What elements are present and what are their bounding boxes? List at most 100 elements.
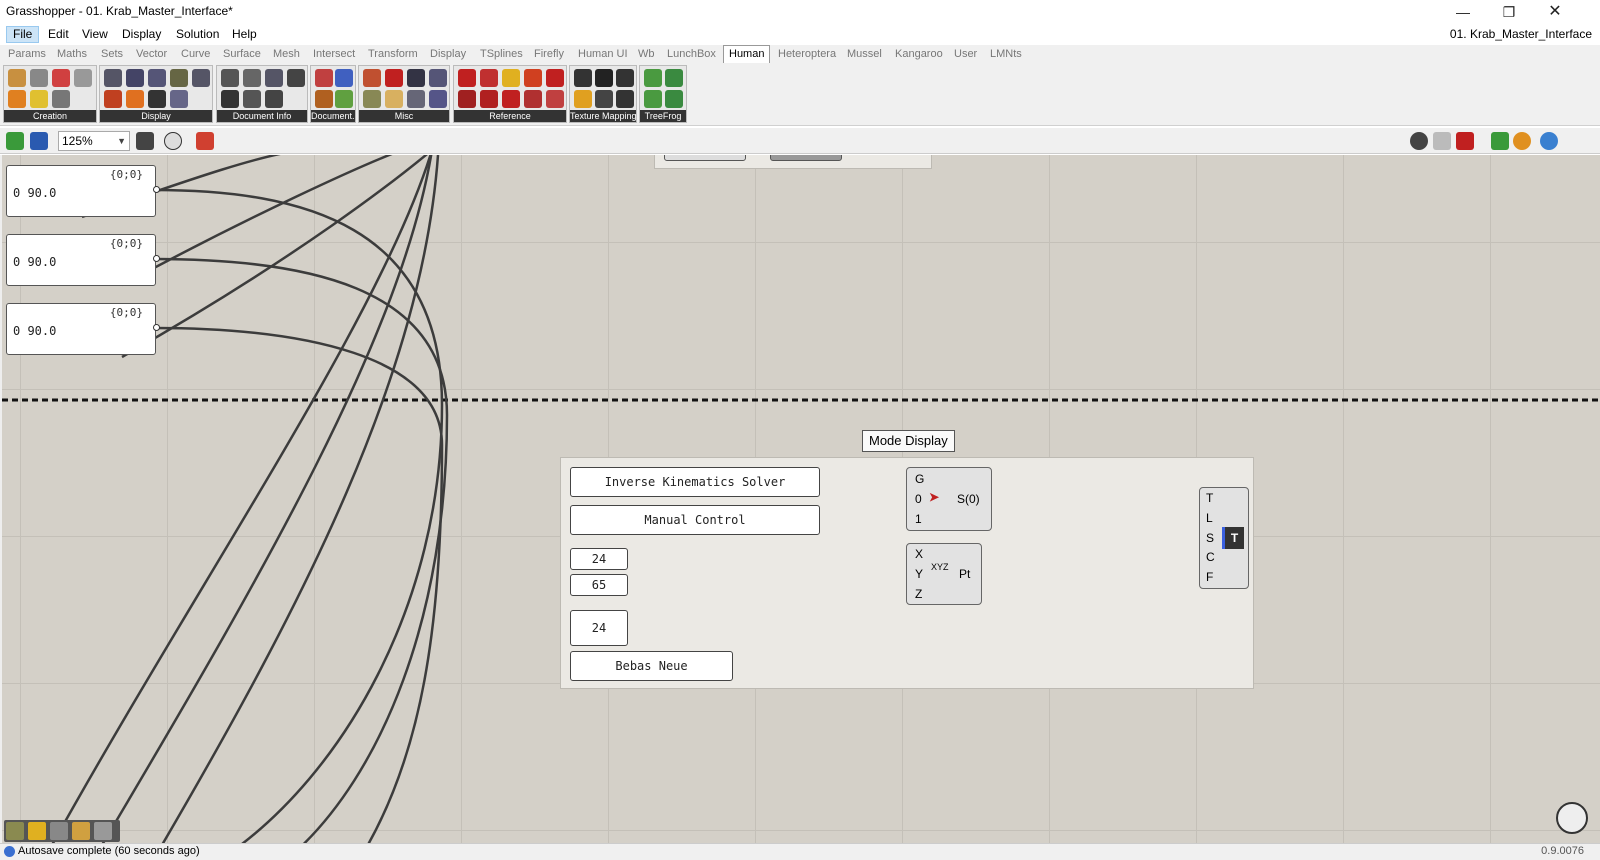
- construct-point-component[interactable]: X Y Z XYZ Pt: [906, 543, 982, 605]
- preview-eye-icon[interactable]: [164, 132, 182, 150]
- size-value-panel[interactable]: 24: [570, 610, 628, 646]
- zoom-select[interactable]: 125% ▼: [58, 131, 130, 151]
- display-component-icon[interactable]: [192, 69, 210, 87]
- misc-icon[interactable]: [429, 69, 447, 87]
- reference-icon[interactable]: [546, 69, 564, 87]
- value-panel[interactable]: {0;0} 0 90.0: [6, 165, 160, 217]
- treefrog-icon[interactable]: [665, 90, 683, 108]
- tab-tsplines[interactable]: TSplines: [480, 46, 523, 63]
- tab-firefly[interactable]: Firefly: [534, 46, 564, 63]
- save-file-icon[interactable]: [30, 132, 48, 150]
- battery-widget-icon[interactable]: [94, 822, 112, 840]
- display-component-icon[interactable]: [126, 90, 144, 108]
- treefrog-icon[interactable]: [644, 90, 662, 108]
- document-info-icon[interactable]: [243, 69, 261, 87]
- y-value-panel[interactable]: 65: [570, 574, 628, 596]
- create-component-icon[interactable]: [8, 90, 26, 108]
- document-icon[interactable]: [315, 69, 333, 87]
- tab-heteroptera[interactable]: Heteroptera: [778, 46, 836, 63]
- menu-file[interactable]: File: [6, 26, 40, 43]
- layers-widget-icon[interactable]: [50, 822, 68, 840]
- treefrog-icon[interactable]: [665, 69, 683, 87]
- reference-icon[interactable]: [502, 69, 520, 87]
- document-info-icon[interactable]: [265, 90, 283, 108]
- texture-icon[interactable]: [574, 69, 592, 87]
- create-component-icon[interactable]: [30, 90, 48, 108]
- manual-control-panel[interactable]: Manual Control: [570, 505, 820, 535]
- create-component-icon[interactable]: [74, 69, 92, 87]
- output-port[interactable]: [153, 255, 160, 262]
- tab-mussel[interactable]: Mussel: [847, 46, 882, 63]
- document-icon[interactable]: [335, 69, 353, 87]
- tab-intersect[interactable]: Intersect: [313, 46, 355, 63]
- document-info-icon[interactable]: [221, 90, 239, 108]
- misc-icon[interactable]: [429, 90, 447, 108]
- tab-kangaroo[interactable]: Kangaroo: [895, 46, 943, 63]
- tab-sets[interactable]: Sets: [101, 46, 123, 63]
- document-info-icon[interactable]: [265, 69, 283, 87]
- tab-transform[interactable]: Transform: [368, 46, 418, 63]
- create-component-icon[interactable]: [52, 69, 70, 87]
- display-component-icon[interactable]: [104, 69, 122, 87]
- tab-human-ui[interactable]: Human UI: [578, 46, 628, 63]
- reference-icon[interactable]: [480, 90, 498, 108]
- tab-human[interactable]: Human: [723, 45, 771, 64]
- tab-lunchbox[interactable]: LunchBox: [667, 46, 716, 63]
- misc-icon[interactable]: [363, 90, 381, 108]
- texture-icon[interactable]: [595, 69, 613, 87]
- text-tag-component[interactable]: T L S C F T: [1199, 487, 1249, 589]
- tab-maths[interactable]: Maths: [57, 46, 87, 63]
- texture-icon[interactable]: [595, 90, 613, 108]
- tab-display[interactable]: Display: [430, 46, 466, 63]
- reference-icon[interactable]: [480, 69, 498, 87]
- texture-icon[interactable]: [616, 90, 634, 108]
- reference-icon[interactable]: [524, 69, 542, 87]
- misc-icon[interactable]: [407, 69, 425, 87]
- python-widget-icon[interactable]: [72, 822, 90, 840]
- minimize-icon[interactable]: —: [1440, 0, 1486, 24]
- preview-mode-icon[interactable]: [1410, 132, 1428, 150]
- tab-vector[interactable]: Vector: [136, 46, 167, 63]
- texture-icon[interactable]: [616, 69, 634, 87]
- tab-wb[interactable]: Wb: [638, 46, 655, 63]
- display-component-icon[interactable]: [148, 90, 166, 108]
- misc-icon[interactable]: [407, 90, 425, 108]
- reference-icon[interactable]: [458, 90, 476, 108]
- reference-icon[interactable]: [502, 90, 520, 108]
- shaded-preview-icon[interactable]: [1456, 132, 1474, 150]
- sound-widget-icon[interactable]: [28, 822, 46, 840]
- document-icon[interactable]: [315, 90, 333, 108]
- open-file-icon[interactable]: [6, 132, 24, 150]
- document-info-icon[interactable]: [287, 69, 305, 87]
- font-name-panel[interactable]: Bebas Neue: [570, 651, 733, 681]
- ik-solver-panel[interactable]: Inverse Kinematics Solver: [570, 467, 820, 497]
- menu-view[interactable]: View: [76, 26, 114, 43]
- compass-navigator-icon[interactable]: [1556, 802, 1588, 834]
- menu-solution[interactable]: Solution: [170, 26, 225, 43]
- selected-only-icon[interactable]: [1491, 132, 1509, 150]
- document-icon[interactable]: [335, 90, 353, 108]
- tab-curve[interactable]: Curve: [181, 46, 210, 63]
- open-widget-icon[interactable]: [6, 822, 24, 840]
- tab-mesh[interactable]: Mesh: [273, 46, 300, 63]
- create-component-icon[interactable]: [52, 90, 70, 108]
- treefrog-icon[interactable]: [644, 69, 662, 87]
- preview-colour-icon[interactable]: [1513, 132, 1531, 150]
- wireframe-preview-icon[interactable]: [1433, 132, 1451, 150]
- reference-icon[interactable]: [524, 90, 542, 108]
- create-component-icon[interactable]: [8, 69, 26, 87]
- close-icon[interactable]: ✕: [1532, 0, 1578, 24]
- zoom-extents-icon[interactable]: [136, 132, 154, 150]
- stream-filter-component[interactable]: G 0 1 ➤ S(0): [906, 467, 992, 531]
- canvas[interactable]: {0;0} 0 90.0 {0;0} 0 90.0 {0;0} 0 90.0 I…: [0, 155, 1600, 843]
- reference-icon[interactable]: [546, 90, 564, 108]
- menu-help[interactable]: Help: [226, 26, 263, 43]
- tab-surface[interactable]: Surface: [223, 46, 261, 63]
- menu-display[interactable]: Display: [116, 26, 167, 43]
- misc-icon[interactable]: [385, 69, 403, 87]
- value-panel[interactable]: {0;0} 0 90.0: [6, 303, 160, 355]
- x-value-panel[interactable]: 24: [570, 548, 628, 570]
- display-component-icon[interactable]: [170, 90, 188, 108]
- mesh-settings-icon[interactable]: [1540, 132, 1558, 150]
- output-port[interactable]: [153, 186, 160, 193]
